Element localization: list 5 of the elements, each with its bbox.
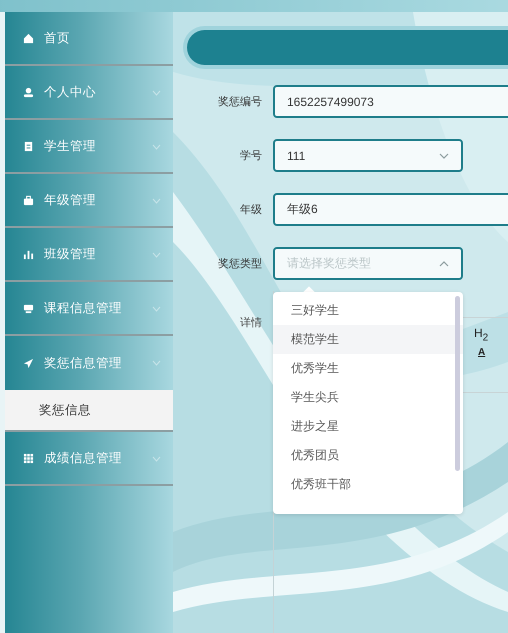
field-label: 学号 bbox=[239, 149, 262, 163]
field-label: 详情 bbox=[239, 316, 262, 331]
field-label: 年级 bbox=[239, 203, 262, 217]
field-label: 奖惩编号 bbox=[217, 95, 262, 109]
field-label: 奖惩类型 bbox=[217, 257, 262, 271]
